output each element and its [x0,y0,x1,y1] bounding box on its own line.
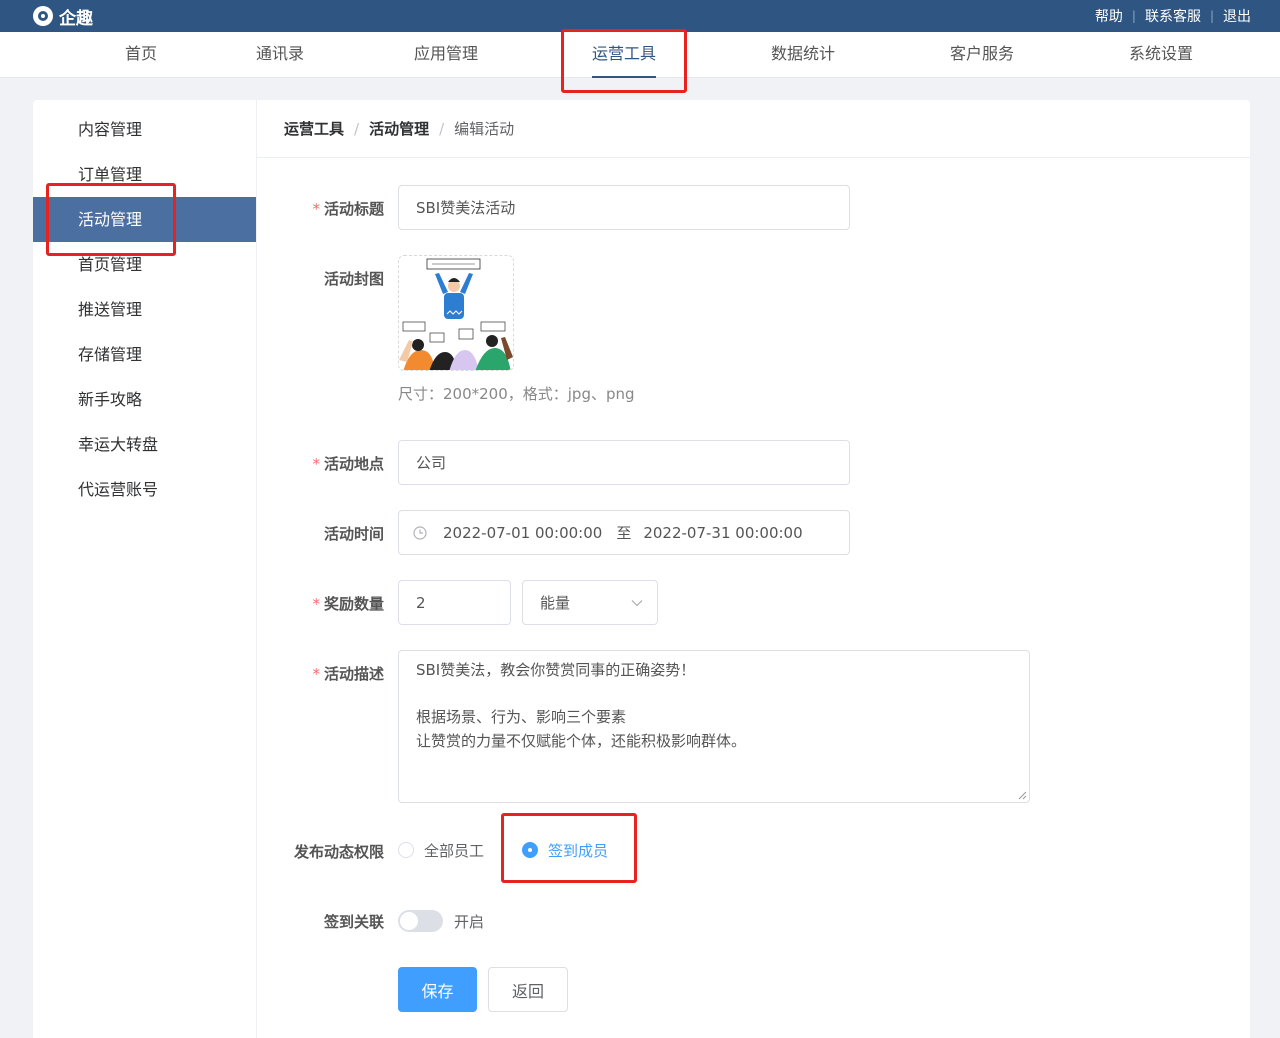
divider: | [1209,9,1214,23]
permission-option-label: 全部员工 [424,841,485,860]
date-range-separator: 至 [616,524,632,542]
signin-toggle[interactable] [398,910,443,932]
sidebar-item-guide[interactable]: 新手攻略 [33,377,256,422]
date-start: 2022-07-01 00:00:00 [443,523,603,542]
description-label: * 活动描述 [312,665,384,683]
logout-link[interactable]: 退出 [1223,6,1251,26]
breadcrumb-item[interactable]: 运营工具 [284,118,344,139]
breadcrumb-separator: / [354,119,360,138]
location-input-value: 公司 [416,454,447,472]
highlight-box-sidebar [46,183,176,256]
content-card: 内容管理 订单管理 活动管理 首页管理 推送管理 存储管理 新手攻略 幸运大转盘… [33,100,1250,1038]
breadcrumb-current: 编辑活动 [454,120,515,138]
title-input[interactable]: SBI赞美法活动 [398,185,850,230]
breadcrumb-item[interactable]: 活动管理 [369,118,429,139]
nav-customer-service[interactable]: 客户服务 [950,32,1014,78]
nav-system-settings[interactable]: 系统设置 [1129,32,1193,78]
description-line: 根据场景、行为、影响三个要素 [416,708,627,726]
breadcrumb: 运营工具 / 活动管理 / 编辑活动 [257,100,1250,158]
qiqu-logo-icon [33,6,53,26]
sidebar-item-managed-accounts[interactable]: 代运营账号 [33,467,256,512]
nav-contacts[interactable]: 通讯录 [256,32,304,78]
permission-label: 发布动态权限 [293,843,384,861]
permission-option-all[interactable]: 全部员工 [398,840,484,860]
save-button[interactable]: 保存 [398,967,477,1012]
description-line [416,683,1012,707]
nav-home[interactable]: 首页 [125,32,157,78]
radio-unchecked-icon[interactable] [398,842,414,858]
reward-unit-value: 能量 [540,594,571,612]
divider: | [1131,9,1136,23]
title-label: * 活动标题 [312,200,384,218]
reward-amount-value: 2 [416,593,426,612]
reward-unit-select[interactable]: 能量 [522,580,658,625]
sidebar-item-content[interactable]: 内容管理 [33,107,256,152]
required-mark: * [312,665,320,683]
toggle-text: 开启 [454,913,485,931]
app-name: 企趣 [59,8,93,29]
sidebar-item-storage[interactable]: 存储管理 [33,332,256,377]
required-mark: * [312,455,320,473]
cover-image-upload[interactable] [398,255,514,371]
required-mark: * [312,595,320,613]
nav-app-management[interactable]: 应用管理 [414,32,478,78]
signin-link-label: 签到关联 [323,913,384,931]
top-bar: 企趣 帮助 | 联系客服 | 退出 [0,0,1280,32]
people-cheering-illustration [399,258,513,370]
back-button[interactable]: 返回 [488,967,568,1012]
resize-handle-icon[interactable] [1017,790,1027,800]
location-label: * 活动地点 [312,455,384,473]
description-textarea[interactable]: SBI赞美法，教会你赞赏同事的正确姿势！ 根据场景、行为、影响三个要素 让赞赏的… [398,650,1030,803]
sidebar-item-push[interactable]: 推送管理 [33,287,256,332]
time-label: 活动时间 [323,525,384,543]
cover-label: 活动封图 [323,270,384,288]
highlight-box-permission [501,813,637,883]
cover-size-hint: 尺寸：200*200，格式：jpg、png [398,385,635,403]
reward-label: * 奖励数量 [312,595,384,613]
title-input-value: SBI赞美法活动 [416,199,516,217]
help-link[interactable]: 帮助 [1095,6,1123,26]
date-end: 2022-07-31 00:00:00 [643,523,803,542]
reward-amount-input[interactable]: 2 [398,580,511,625]
clock-icon [413,525,427,540]
description-line: SBI赞美法，教会你赞赏同事的正确姿势！ [416,661,696,679]
top-links: 帮助 | 联系客服 | 退出 [1095,0,1251,32]
required-mark: * [312,200,320,218]
app-logo[interactable]: 企趣 [33,4,93,29]
highlight-box-nav [561,29,687,93]
toggle-knob [400,912,418,930]
breadcrumb-separator: / [439,119,445,138]
sidebar-item-lucky-wheel[interactable]: 幸运大转盘 [33,422,256,467]
location-input[interactable]: 公司 [398,440,850,485]
contact-support-link[interactable]: 联系客服 [1145,6,1201,26]
nav-data-statistics[interactable]: 数据统计 [771,32,835,78]
chevron-down-icon [631,599,643,606]
description-line: 让赞赏的力量不仅赋能个体，还能积极影响群体。 [416,731,747,750]
date-range-picker[interactable]: 2022-07-01 00:00:00 至 2022-07-31 00:00:0… [398,510,850,555]
